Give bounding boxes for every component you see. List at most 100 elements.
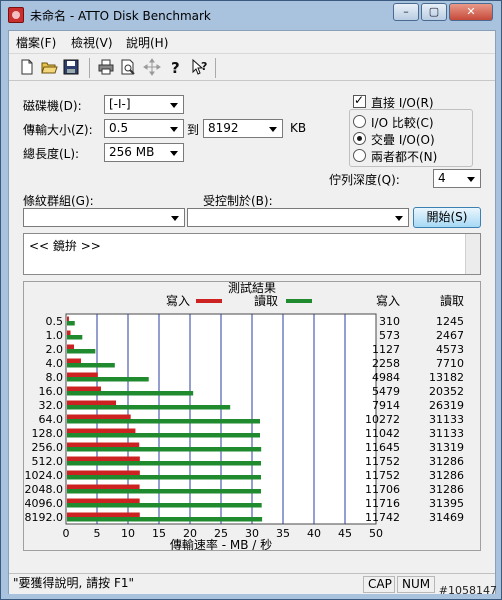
new-file-icon[interactable]	[18, 58, 36, 76]
read-value: 13182	[429, 371, 464, 384]
write-bar	[67, 344, 75, 349]
read-value: 31395	[429, 497, 464, 510]
controlled-by-select[interactable]	[187, 208, 409, 227]
y-tick-label: 4096.0	[25, 497, 64, 510]
chevron-down-icon[interactable]	[168, 210, 182, 225]
read-value: 31286	[429, 483, 464, 496]
y-tick-label: 2.0	[46, 343, 64, 356]
x-tick-label: 10	[121, 527, 135, 540]
legend-read-label: 讀取	[254, 294, 278, 308]
status-cap: CAP	[363, 576, 395, 593]
overlapped-io-radio[interactable]	[353, 132, 366, 145]
start-button[interactable]: 開始(S)	[413, 207, 481, 228]
menu-bar: 檔案(F) 檢視(V) 說明(H)	[9, 31, 495, 51]
maximize-button[interactable]: ▢	[421, 3, 447, 21]
status-bar: "要獲得說明, 請按 F1" CAP NUM	[9, 573, 495, 594]
transfer-from-select[interactable]: 0.5	[104, 119, 184, 138]
y-tick-label: 512.0	[32, 455, 64, 468]
close-button[interactable]: ✕	[449, 3, 493, 21]
chevron-down-icon[interactable]	[266, 121, 280, 136]
direct-io-checkbox[interactable]	[353, 93, 366, 108]
read-bar	[67, 335, 83, 340]
io-compare-radio[interactable]	[353, 115, 366, 128]
read-value: 26319	[429, 399, 464, 412]
overlapped-io-label: 交疊 I/O(O)	[371, 133, 435, 147]
write-bar	[67, 316, 69, 321]
window-title: 未命名 - ATTO Disk Benchmark	[30, 9, 211, 23]
total-length-select[interactable]: 256 MB	[104, 143, 184, 162]
chevron-down-icon[interactable]	[167, 121, 181, 136]
chevron-down-icon[interactable]	[392, 210, 406, 225]
minimize-button[interactable]: –	[393, 3, 419, 21]
menu-file[interactable]: 檔案(F)	[16, 34, 56, 51]
total-length-value: 256 MB	[109, 145, 155, 159]
read-bar	[67, 377, 149, 382]
read-value: 1245	[436, 315, 464, 328]
y-tick-label: 8192.0	[25, 511, 64, 524]
read-column-header: 讀取	[440, 294, 464, 308]
open-folder-icon[interactable]	[40, 58, 58, 76]
help-icon[interactable]: ?	[167, 58, 185, 76]
read-value: 7710	[436, 357, 464, 370]
y-tick-label: 1.0	[46, 329, 64, 342]
y-tick-label: 4.0	[46, 357, 64, 370]
x-tick-label: 40	[307, 527, 321, 540]
read-bar	[67, 503, 262, 508]
y-tick-label: 32.0	[39, 399, 64, 412]
stripe-group-label: 條紋群組(G):	[23, 194, 94, 208]
neither-label: 兩者都不(N)	[371, 150, 438, 164]
toolbar-separator	[89, 58, 90, 78]
read-bar	[67, 391, 194, 396]
queue-depth-select[interactable]: 4	[433, 169, 481, 188]
toolbar: ? ?	[9, 53, 495, 81]
svg-text:?: ?	[171, 59, 180, 76]
transfer-to-select[interactable]: 8192	[203, 119, 283, 138]
print-icon[interactable]	[97, 58, 115, 76]
x-tick-label: 0	[63, 527, 70, 540]
write-bar	[67, 414, 131, 419]
write-value: 11752	[365, 455, 400, 468]
chevron-down-icon[interactable]	[167, 145, 181, 160]
y-tick-label: 64.0	[39, 413, 64, 426]
y-tick-label: 0.5	[46, 315, 64, 328]
write-bar	[67, 428, 136, 433]
title-bar[interactable]: 未命名 - ATTO Disk Benchmark – ▢ ✕	[1, 1, 501, 29]
write-bar	[67, 386, 101, 391]
chevron-down-icon[interactable]	[167, 97, 181, 112]
write-bar	[67, 470, 140, 475]
results-panel: 測試結果 寫入 讀取 寫入 讀取 0.5 1.0 2.0 4.0 8.0 16.0 32.0…	[23, 280, 481, 552]
stripe-group-select[interactable]	[23, 208, 185, 227]
write-bar	[67, 498, 140, 503]
transfer-to-value: 8192	[208, 121, 239, 135]
write-value: 310	[379, 315, 400, 328]
x-tick-label: 45	[338, 527, 352, 540]
print-preview-icon[interactable]	[119, 58, 137, 76]
save-icon[interactable]	[62, 58, 80, 76]
x-tick-label: 5	[94, 527, 101, 540]
context-help-icon[interactable]: ?	[191, 58, 209, 76]
read-bar	[67, 489, 261, 494]
kb-label: KB	[290, 121, 307, 135]
svg-text:?: ?	[201, 60, 207, 73]
transfer-size-label: 傳輸大小(Z):	[23, 123, 93, 137]
y-tick-label: 128.0	[32, 427, 64, 440]
read-value: 31133	[429, 413, 464, 426]
write-value: 11752	[365, 469, 400, 482]
results-chart: 測試結果 寫入 讀取 寫入 讀取 0.51.02.04.08.016.032.0…	[25, 280, 465, 552]
chevron-down-icon[interactable]	[464, 171, 478, 186]
write-value: 11706	[365, 483, 400, 496]
write-bar	[67, 358, 82, 363]
read-value: 31286	[429, 455, 464, 468]
notes-textarea[interactable]: << 鏡拚 >>	[23, 233, 481, 275]
neither-radio[interactable]	[353, 149, 366, 162]
move-icon[interactable]	[143, 58, 161, 76]
menu-view[interactable]: 檢視(V)	[71, 34, 113, 51]
write-bar	[67, 512, 140, 517]
read-value: 31469	[429, 511, 464, 524]
read-bar	[67, 461, 261, 466]
menu-help[interactable]: 說明(H)	[126, 34, 168, 51]
write-value: 11716	[365, 497, 400, 510]
drive-select[interactable]: [-I-]	[104, 95, 184, 114]
notes-scrollbar[interactable]	[465, 234, 480, 274]
x-axis-label: 傳輸速率 - MB / 秒	[170, 537, 272, 550]
